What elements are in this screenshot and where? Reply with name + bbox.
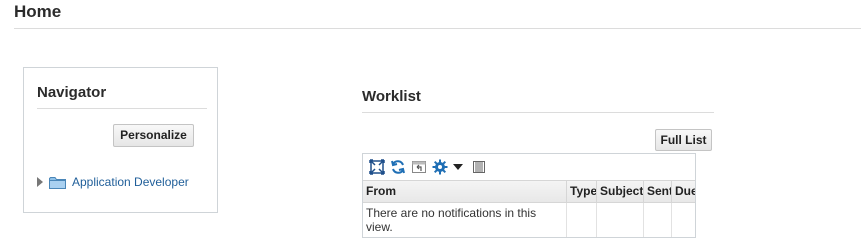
navigator-panel: Navigator Personalize Application Develo…	[23, 67, 218, 213]
table-cell-subject	[597, 203, 644, 237]
gear-icon[interactable]	[432, 159, 448, 175]
navigator-divider	[37, 108, 207, 109]
table-cell-from: There are no notifications in this view.	[363, 203, 567, 237]
refresh-icon[interactable]	[390, 159, 406, 175]
table-cell-type	[567, 203, 597, 237]
detach-icon[interactable]	[369, 158, 385, 175]
personalize-button[interactable]: Personalize	[113, 124, 194, 147]
worklist-divider	[362, 112, 714, 113]
page-title: Home	[14, 2, 62, 21]
tree-item-application-developer[interactable]: Application Developer	[37, 174, 189, 190]
table-header-row: From Type Subject Sent Due	[363, 180, 695, 203]
application-developer-link[interactable]: Application Developer	[72, 175, 189, 189]
column-header-sent[interactable]: Sent	[644, 181, 672, 202]
table-toolbar	[363, 154, 695, 179]
table-cell-due	[672, 203, 695, 237]
table-cell-sent	[644, 203, 672, 237]
column-header-subject[interactable]: Subject	[597, 181, 644, 202]
folder-icon	[49, 176, 66, 189]
worklist-table: From Type Subject Sent Due There are no …	[362, 153, 696, 238]
table-row: There are no notifications in this view.	[363, 203, 695, 237]
empty-table-message: There are no notifications in this view.	[366, 206, 537, 234]
column-header-from[interactable]: From	[363, 181, 567, 202]
page-title-divider	[14, 28, 861, 29]
columns-icon[interactable]	[471, 159, 487, 175]
freeze-icon[interactable]	[411, 159, 427, 175]
column-header-type[interactable]: Type	[567, 181, 597, 202]
worklist-title: Worklist	[362, 88, 421, 105]
expand-arrow-icon[interactable]	[37, 177, 43, 187]
column-header-due[interactable]: Due	[672, 181, 695, 202]
full-list-button[interactable]: Full List	[655, 129, 712, 151]
dropdown-arrow-icon[interactable]	[453, 159, 463, 175]
navigator-title: Navigator	[37, 84, 107, 101]
